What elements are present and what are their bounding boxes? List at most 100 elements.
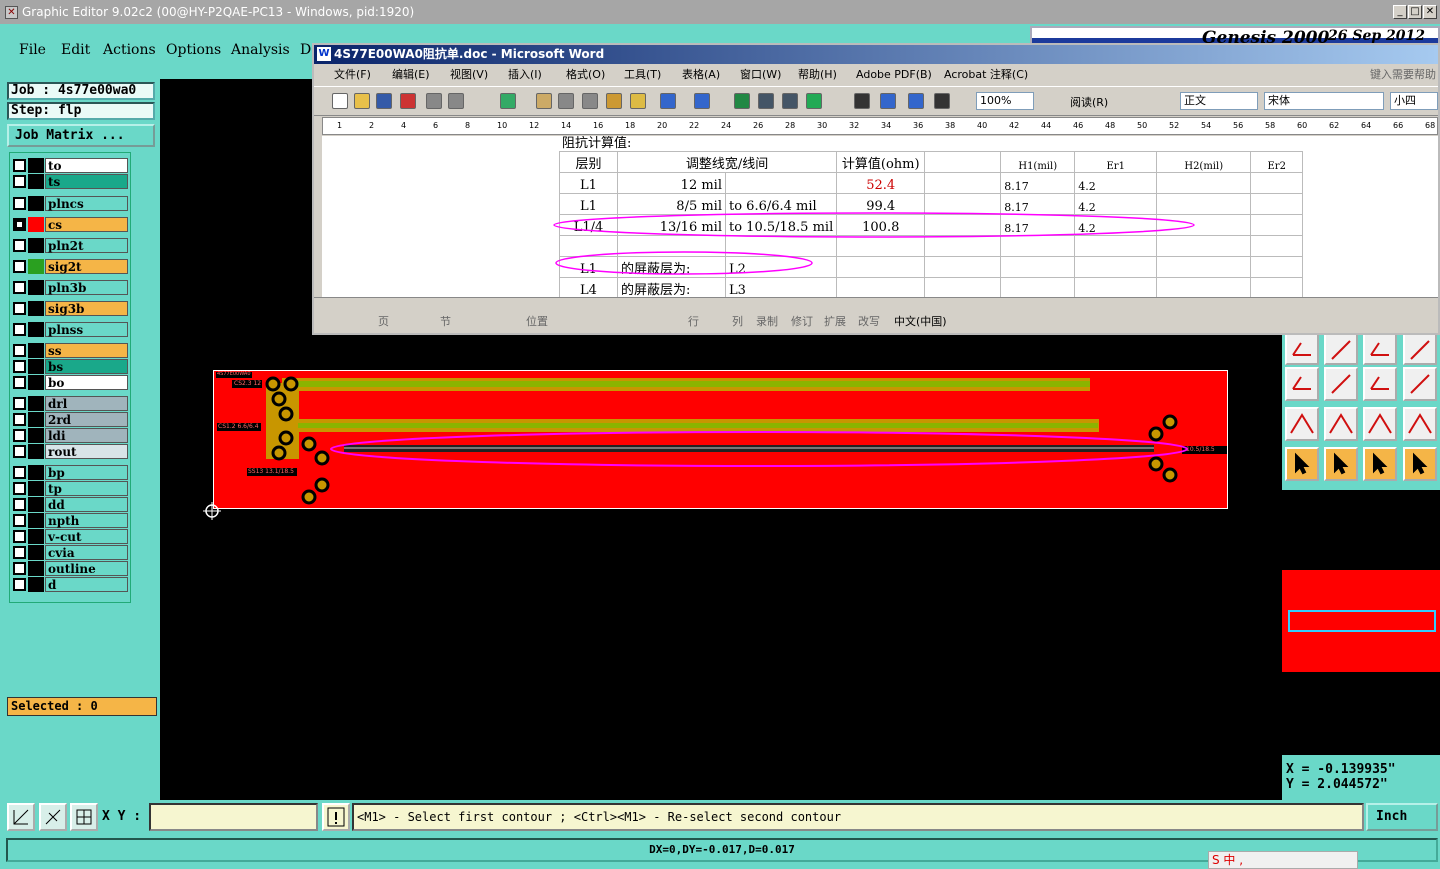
layer-row-sig2t[interactable]: sig2t (10, 259, 132, 274)
word-menu-tools[interactable]: 工具(T) (624, 64, 661, 86)
layer-checkbox[interactable] (13, 530, 26, 543)
print-icon[interactable] (426, 93, 442, 109)
layer-color-swatch[interactable] (28, 561, 44, 576)
layer-color-swatch[interactable] (28, 280, 44, 295)
layer-checkbox[interactable] (13, 376, 26, 389)
draw-line-tool[interactable] (1285, 333, 1319, 365)
redo-icon[interactable] (694, 93, 710, 109)
cut-icon[interactable] (558, 93, 574, 109)
layer-color-swatch[interactable] (28, 217, 44, 232)
word-menu-window[interactable]: 窗口(W) (740, 64, 781, 86)
layer-row-cs[interactable]: cs (10, 217, 132, 232)
permission-icon[interactable] (400, 93, 416, 109)
grid-button[interactable] (70, 803, 98, 831)
job-matrix-button[interactable]: Job Matrix ... (7, 124, 155, 147)
font-select[interactable]: 宋体 (1264, 92, 1384, 110)
hyperlink-icon[interactable] (734, 93, 750, 109)
select-tool[interactable] (1324, 447, 1358, 481)
layer-color-swatch[interactable] (28, 174, 44, 189)
word-horizontal-scroll[interactable] (314, 297, 1438, 311)
layer-row-sig3b[interactable]: sig3b (10, 301, 132, 316)
layer-color-swatch[interactable] (28, 396, 44, 411)
word-menu-edit[interactable]: 编辑(E) (392, 64, 430, 86)
layer-checkbox[interactable] (13, 546, 26, 559)
layer-checkbox[interactable] (13, 578, 26, 591)
polygon-tool[interactable] (1403, 407, 1437, 441)
layer-row-pln2t[interactable]: pln2t (10, 238, 132, 253)
angle-tool[interactable] (1285, 407, 1319, 441)
layer-color-swatch[interactable] (28, 497, 44, 512)
layer-row-plncs[interactable]: plncs (10, 196, 132, 211)
word-menu-file[interactable]: 文件(F) (334, 64, 371, 86)
copy-tool[interactable] (1403, 367, 1437, 401)
info-icon[interactable] (322, 803, 350, 831)
layer-checkbox[interactable] (13, 429, 26, 442)
layer-color-swatch[interactable] (28, 513, 44, 528)
layer-color-swatch[interactable] (28, 259, 44, 274)
close-button[interactable]: ✕ (1423, 5, 1437, 19)
layer-color-swatch[interactable] (28, 428, 44, 443)
save-icon[interactable] (376, 93, 392, 109)
select-contour-tool[interactable] (1403, 447, 1437, 481)
layer-row-pln3b[interactable]: pln3b (10, 280, 132, 295)
layer-row-d[interactable]: d (10, 577, 132, 592)
word-menu-format[interactable]: 格式(O) (566, 64, 605, 86)
word-help-box[interactable]: 键入需要帮助 (1370, 64, 1436, 86)
triangle-tool[interactable] (1324, 407, 1358, 441)
excel-icon[interactable] (806, 93, 822, 109)
show-hide-icon[interactable] (934, 93, 950, 109)
layer-row-bs[interactable]: bs (10, 359, 132, 374)
word-menu-help[interactable]: 帮助(H) (798, 64, 837, 86)
layer-checkbox[interactable] (13, 466, 26, 479)
layer-name[interactable]: ts (45, 174, 128, 189)
layer-checkbox[interactable] (13, 159, 26, 172)
xy-input[interactable] (149, 803, 318, 831)
zoom-select[interactable]: 100% (976, 92, 1034, 110)
layer-color-swatch[interactable] (28, 412, 44, 427)
layer-checkbox[interactable] (13, 514, 26, 527)
layer-color-swatch[interactable] (28, 196, 44, 211)
layer-name[interactable]: dd (45, 497, 128, 512)
layer-color-swatch[interactable] (28, 301, 44, 316)
layer-checkbox[interactable] (13, 197, 26, 210)
layer-name[interactable]: drl (45, 396, 128, 411)
layer-color-swatch[interactable] (28, 322, 44, 337)
layer-row-bo[interactable]: bo (10, 375, 132, 390)
layer-checkbox[interactable] (13, 445, 26, 458)
layer-row-tp[interactable]: tp (10, 481, 132, 496)
word-window[interactable]: W 4S77E00WA0阻抗单.doc - Microsoft Word 文件(… (312, 43, 1440, 335)
layer-name[interactable]: outline (45, 561, 128, 576)
layer-color-swatch[interactable] (28, 529, 44, 544)
layer-checkbox[interactable] (13, 260, 26, 273)
drawing-icon[interactable] (880, 93, 896, 109)
word-menu-adobe-pdf[interactable]: Adobe PDF(B) (856, 64, 932, 86)
word-menu-table[interactable]: 表格(A) (682, 64, 720, 86)
layer-color-swatch[interactable] (28, 359, 44, 374)
open-icon[interactable] (354, 93, 370, 109)
menu-d[interactable]: D (300, 42, 311, 58)
layer-row-bp[interactable]: bp (10, 465, 132, 480)
word-ruler[interactable]: 1 2 4 6 8 10 12 14 16 18 20 22 24 26 28 30 32 34 36 38 40 42 4… (322, 117, 1438, 135)
layer-name[interactable]: sig2t (45, 259, 128, 274)
layer-name[interactable]: cs (45, 217, 128, 232)
select-circle-tool[interactable] (1363, 447, 1397, 481)
line-tool[interactable] (1324, 367, 1358, 401)
pcb-board[interactable]: 4S77E00WA0 CS2.3 12 CS1.2 6.6/6.4 SS13 1… (213, 370, 1228, 509)
layer-row-ss[interactable]: ss (10, 343, 132, 358)
layer-name[interactable]: d (45, 577, 128, 592)
maximize-button[interactable]: □ (1408, 5, 1422, 19)
layer-checkbox[interactable] (13, 323, 26, 336)
layer-name[interactable]: ss (45, 343, 128, 358)
mirror-tool[interactable] (1403, 333, 1437, 365)
layer-name[interactable]: cvia (45, 545, 128, 560)
layer-color-swatch[interactable] (28, 158, 44, 173)
print-preview-icon[interactable] (448, 93, 464, 109)
layer-row-2rd[interactable]: 2rd (10, 412, 132, 427)
layer-name[interactable]: 2rd (45, 412, 128, 427)
tables-icon[interactable] (758, 93, 774, 109)
zoom-area-button[interactable] (7, 803, 35, 831)
layer-checkbox[interactable] (13, 344, 26, 357)
layer-color-swatch[interactable] (28, 465, 44, 480)
unit-selector[interactable]: Inch (1366, 803, 1438, 831)
layer-row-v-cut[interactable]: v-cut (10, 529, 132, 544)
